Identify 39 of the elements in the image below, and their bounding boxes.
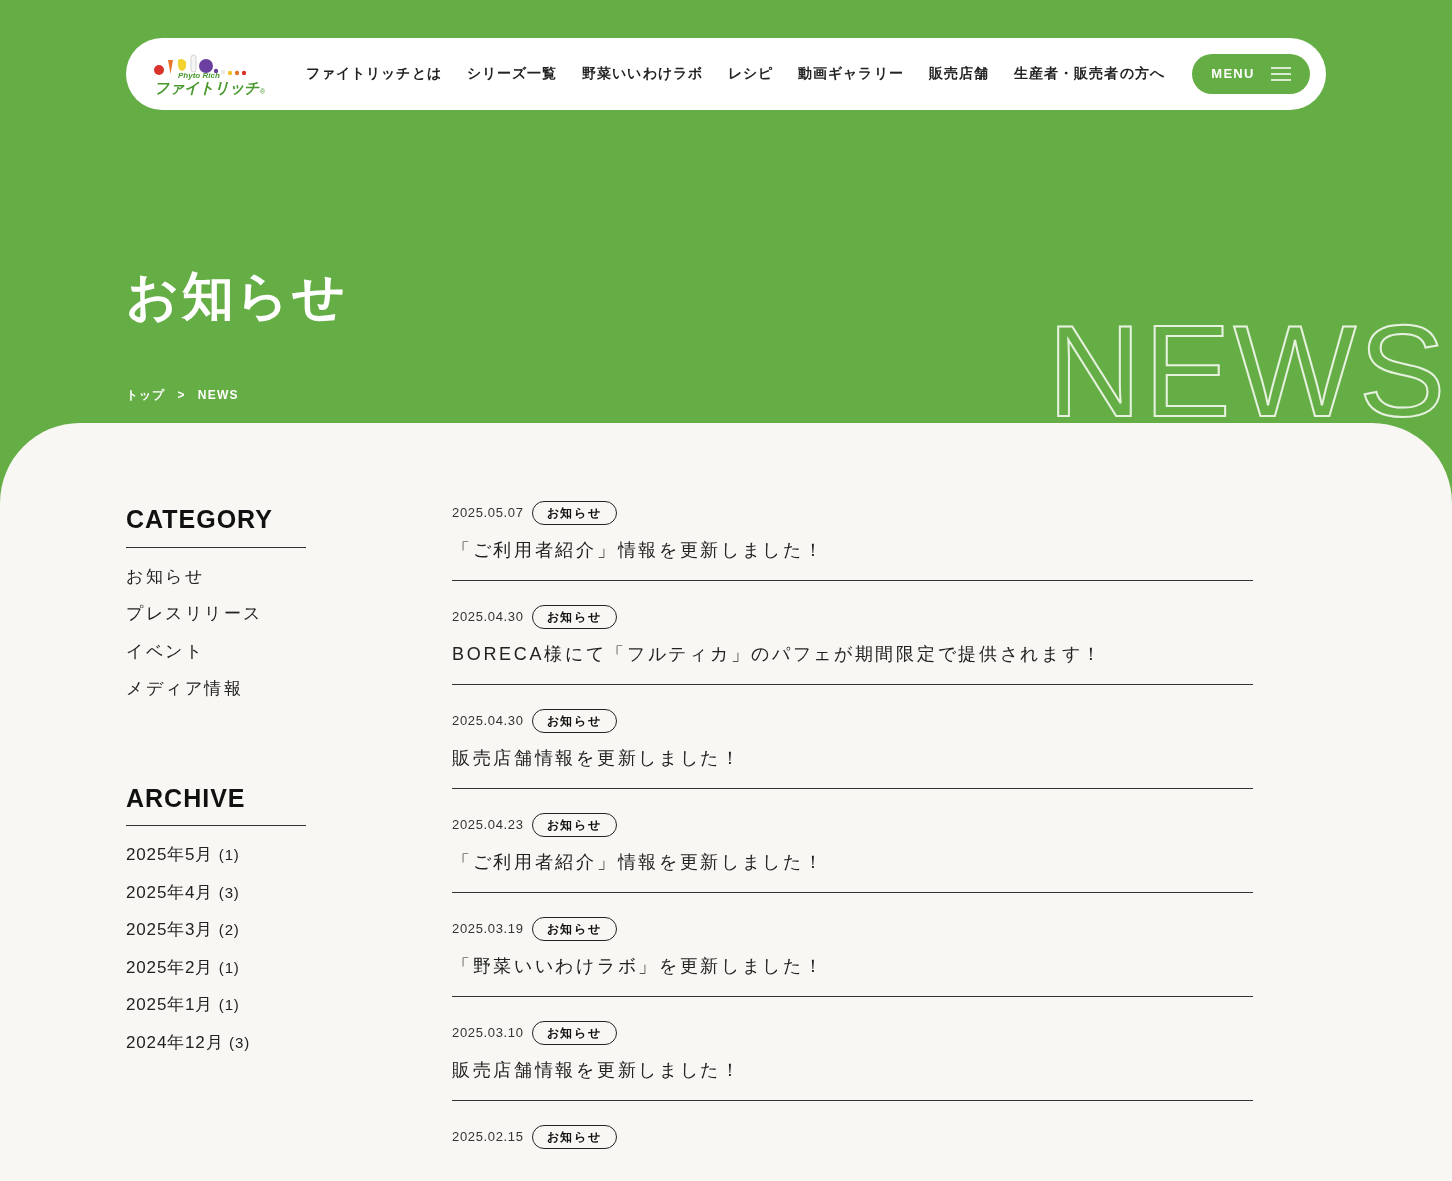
news-date: 2025.04.30 [452, 608, 524, 627]
news-date: 2025.03.19 [452, 920, 524, 939]
page-title: お知らせ [126, 270, 348, 322]
menu-icon [1270, 67, 1291, 81]
archive-link[interactable]: 2025年2月 (1) [126, 957, 240, 977]
news-title[interactable]: 販売店舗情報を更新しました！ [452, 745, 1253, 772]
news-title[interactable]: 「ご利用者紹介」情報を更新しました！ [452, 537, 1253, 564]
archive-link[interactable]: 2025年5月 (1) [126, 845, 240, 864]
news-title[interactable]: 「野菜いいわけラボ」を更新しました！ [452, 953, 1253, 980]
news-date: 2025.02.15 [452, 1128, 524, 1147]
category-heading: CATEGORY [126, 501, 306, 548]
archive-link[interactable]: 2024年12月 (3) [126, 1032, 250, 1052]
archive-link[interactable]: 2025年3月 (2) [126, 920, 240, 939]
archive-link[interactable]: 2025年4月 (3) [126, 882, 240, 902]
news-title[interactable]: 「ご利用者紹介」情報を更新しました！ [452, 849, 1253, 876]
news-date: 2025.04.30 [452, 712, 524, 731]
news-title[interactable]: BORECA様にて「フルティカ」のパフェが期間限定で提供されます！ [452, 641, 1253, 668]
nav-link[interactable]: 生産者・販売者の方へ [1014, 63, 1165, 85]
news-date: 2025.04.23 [452, 816, 524, 835]
category-link[interactable]: イベント [126, 641, 205, 661]
nav-link[interactable]: 販売店舗 [928, 63, 989, 85]
news-outline-text: NEWS [1047, 319, 1448, 423]
category-link[interactable]: お知らせ [126, 566, 205, 586]
nav-link[interactable]: 野菜いいわけラボ [582, 63, 703, 85]
category-link[interactable]: プレスリリース [126, 604, 263, 623]
news-title[interactable]: 販売店舗情報を更新しました！ [452, 1057, 1253, 1084]
nav-link[interactable]: ファイトリッチとは [306, 63, 442, 85]
nav-link[interactable]: レシピ [727, 63, 774, 85]
news-date: 2025.03.10 [452, 1024, 524, 1043]
archive-link[interactable]: 2025年1月 (1) [126, 995, 240, 1014]
breadcrumb-separator: > [177, 387, 186, 404]
category-link[interactable]: メディア情報 [126, 679, 244, 698]
logo-tagline: Phyto Rich [178, 71, 220, 80]
nav-link[interactable]: シリーズ一覧 [466, 63, 558, 85]
breadcrumb-current: NEWS [197, 387, 239, 404]
logo-wordmark: ファイトリッチ [154, 79, 259, 95]
news-date: 2025.05.07 [452, 504, 524, 523]
nav-link[interactable]: 動画ギャラリー [798, 63, 904, 85]
archive-heading: ARCHIVE [126, 779, 306, 826]
